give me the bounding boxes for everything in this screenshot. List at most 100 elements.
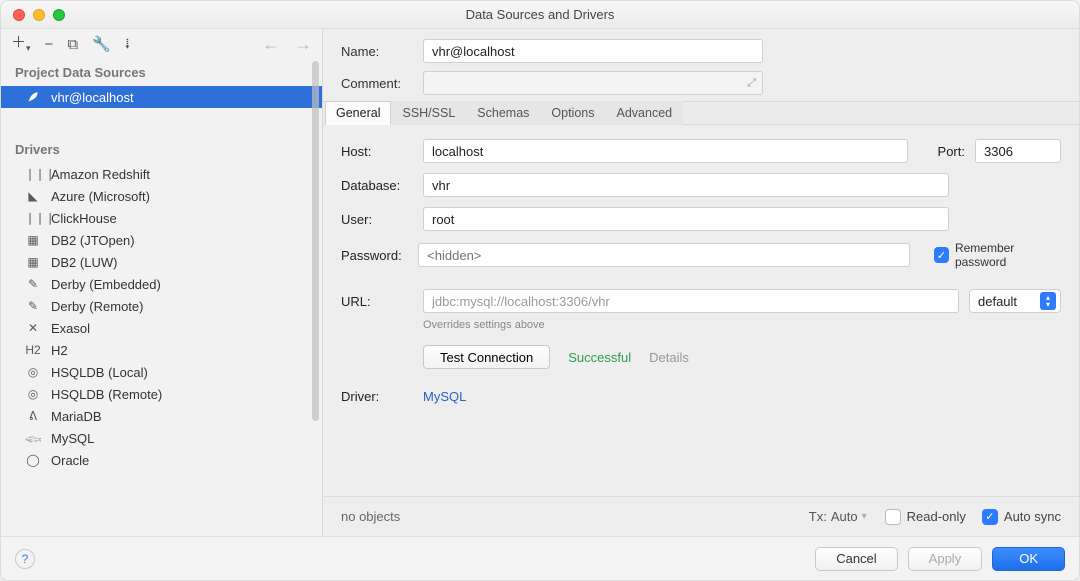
add-button[interactable]: ＋▾ [11,35,31,53]
remove-button[interactable]: − [45,37,54,52]
forward-arrow-icon: → [294,34,312,55]
driver-item[interactable]: ◎ HSQLDB (Remote) [1,383,322,405]
driver-label: HSQLDB (Remote) [51,387,162,402]
left-toolbar: ＋▾ − ⧉ 🔧 ⭭ ← → [1,29,322,59]
right-pane: Name: Comment: ⤢ GeneralSSH/SSLSchemasOp… [323,29,1079,536]
tx-label: Tx: [809,509,827,524]
driver-item[interactable]: ▦ DB2 (JTOpen) [1,229,322,251]
drivers-header: Drivers [1,136,322,163]
auto-sync-checkbox[interactable]: ✓ Auto sync [982,509,1061,525]
data-source-item[interactable]: vhr@localhost [1,86,322,108]
tab-general[interactable]: General [325,101,391,125]
expand-icon[interactable]: ⤢ [747,77,756,90]
driver-item[interactable]: ◣Azure (Microsoft) [1,185,322,207]
driver-label: MySQL [51,431,94,446]
driver-item[interactable]: ◯ Oracle [1,449,322,471]
read-only-checkbox[interactable]: Read-only [885,509,966,525]
feather-icon [25,90,41,104]
driver-item[interactable]: ᕕ MariaDB [1,405,322,427]
dialog-footer: ? Cancel Apply OK [1,536,1079,580]
chevron-down-icon: ▾ [862,511,867,522]
driver-icon: ✎ [25,277,41,291]
url-override-hint: Overrides settings above [423,319,1061,331]
driver-label: Azure (Microsoft) [51,189,150,204]
user-input[interactable] [423,207,949,231]
driver-icon: ▦ [25,233,41,247]
driver-item[interactable]: 𓆟MySQL [1,427,322,449]
details-link[interactable]: Details [649,350,689,365]
driver-icon: ◎ [25,387,41,401]
apply-button: Apply [908,547,983,571]
driver-icon: ◎ [25,365,41,379]
password-input[interactable] [418,243,910,267]
data-source-label: vhr@localhost [51,90,134,105]
status-bar: no objects Tx: Auto ▾ Read-only ✓ Auto s… [323,496,1079,536]
tab-ssh-ssl[interactable]: SSH/SSL [391,101,466,125]
auto-sync-label: Auto sync [1004,509,1061,524]
help-button[interactable]: ? [15,549,35,569]
settings-button[interactable]: 🔧 [92,37,111,52]
driver-label: DB2 (JTOpen) [51,233,135,248]
general-form: Host: Port: Database: User: Password: [323,125,1079,418]
host-input[interactable] [423,139,908,163]
tx-value: Auto [831,509,858,524]
objects-status: no objects [341,509,400,524]
driver-link[interactable]: MySQL [423,389,466,404]
driver-icon: ❘❘❘ [25,167,41,181]
checkbox-off-icon [885,509,901,525]
test-connection-status: Successful [568,350,631,365]
driver-item[interactable]: ◎HSQLDB (Local) [1,361,322,383]
driver-item[interactable]: ▦ DB2 (LUW) [1,251,322,273]
driver-item[interactable]: ❘❘❘ ClickHouse [1,207,322,229]
tab-schemas[interactable]: Schemas [466,101,540,125]
test-connection-button[interactable]: Test Connection [423,345,550,369]
title-bar: Data Sources and Drivers [1,1,1079,29]
driver-item[interactable]: ✕Exasol [1,317,322,339]
driver-icon: ᕕ [25,409,41,423]
comment-label: Comment: [341,76,413,91]
remember-password-label: Remember password [955,241,1061,269]
read-only-label: Read-only [907,509,966,524]
driver-item[interactable]: H2H2 [1,339,322,361]
copy-button[interactable]: ⧉ [67,37,78,52]
vertical-scrollbar[interactable] [312,61,319,421]
tab-advanced[interactable]: Advanced [606,101,684,125]
user-label: User: [341,212,413,227]
driver-item[interactable]: ✎Derby (Embedded) [1,273,322,295]
driver-label: Driver: [341,389,413,404]
driver-label: Amazon Redshift [51,167,150,182]
reset-button[interactable]: ⭭ [125,37,130,52]
driver-item[interactable]: ✎ Derby (Remote) [1,295,322,317]
url-mode-value: default [978,294,1017,309]
driver-icon: ▦ [25,255,41,269]
left-pane: ＋▾ − ⧉ 🔧 ⭭ ← → Project Data Sources vhr@… [1,29,323,536]
driver-label: Derby (Remote) [51,299,143,314]
name-input[interactable] [423,39,763,63]
checkbox-on-icon: ✓ [934,247,949,263]
project-data-sources-header: Project Data Sources [1,59,322,86]
driver-label: Exasol [51,321,90,336]
url-input[interactable] [423,289,959,313]
driver-label: DB2 (LUW) [51,255,117,270]
name-label: Name: [341,44,413,59]
database-input[interactable] [423,173,949,197]
driver-label: ClickHouse [51,211,117,226]
ok-button[interactable]: OK [992,547,1065,571]
driver-label: MariaDB [51,409,102,424]
drivers-list-scroll[interactable]: ❘❘❘ Amazon Redshift ◣Azure (Microsoft) ❘❘❘ C… [1,163,322,536]
url-label: URL: [341,294,413,309]
remember-password-checkbox[interactable]: ✓ Remember password [934,241,1061,269]
url-mode-select[interactable]: default ▴▾ [969,289,1061,313]
cancel-button[interactable]: Cancel [815,547,897,571]
driver-label: Oracle [51,453,89,468]
tab-options[interactable]: Options [540,101,605,125]
port-input[interactable] [975,139,1061,163]
driver-icon: ◯ [25,453,41,467]
header-form: Name: Comment: ⤢ [323,29,1079,95]
tx-mode-selector[interactable]: Tx: Auto ▾ [809,509,867,524]
checkbox-on-icon: ✓ [982,509,998,525]
comment-input[interactable]: ⤢ [423,71,763,95]
driver-icon: ❘❘❘ [25,211,41,225]
driver-icon: ✎ [25,299,41,313]
driver-item[interactable]: ❘❘❘ Amazon Redshift [1,163,322,185]
